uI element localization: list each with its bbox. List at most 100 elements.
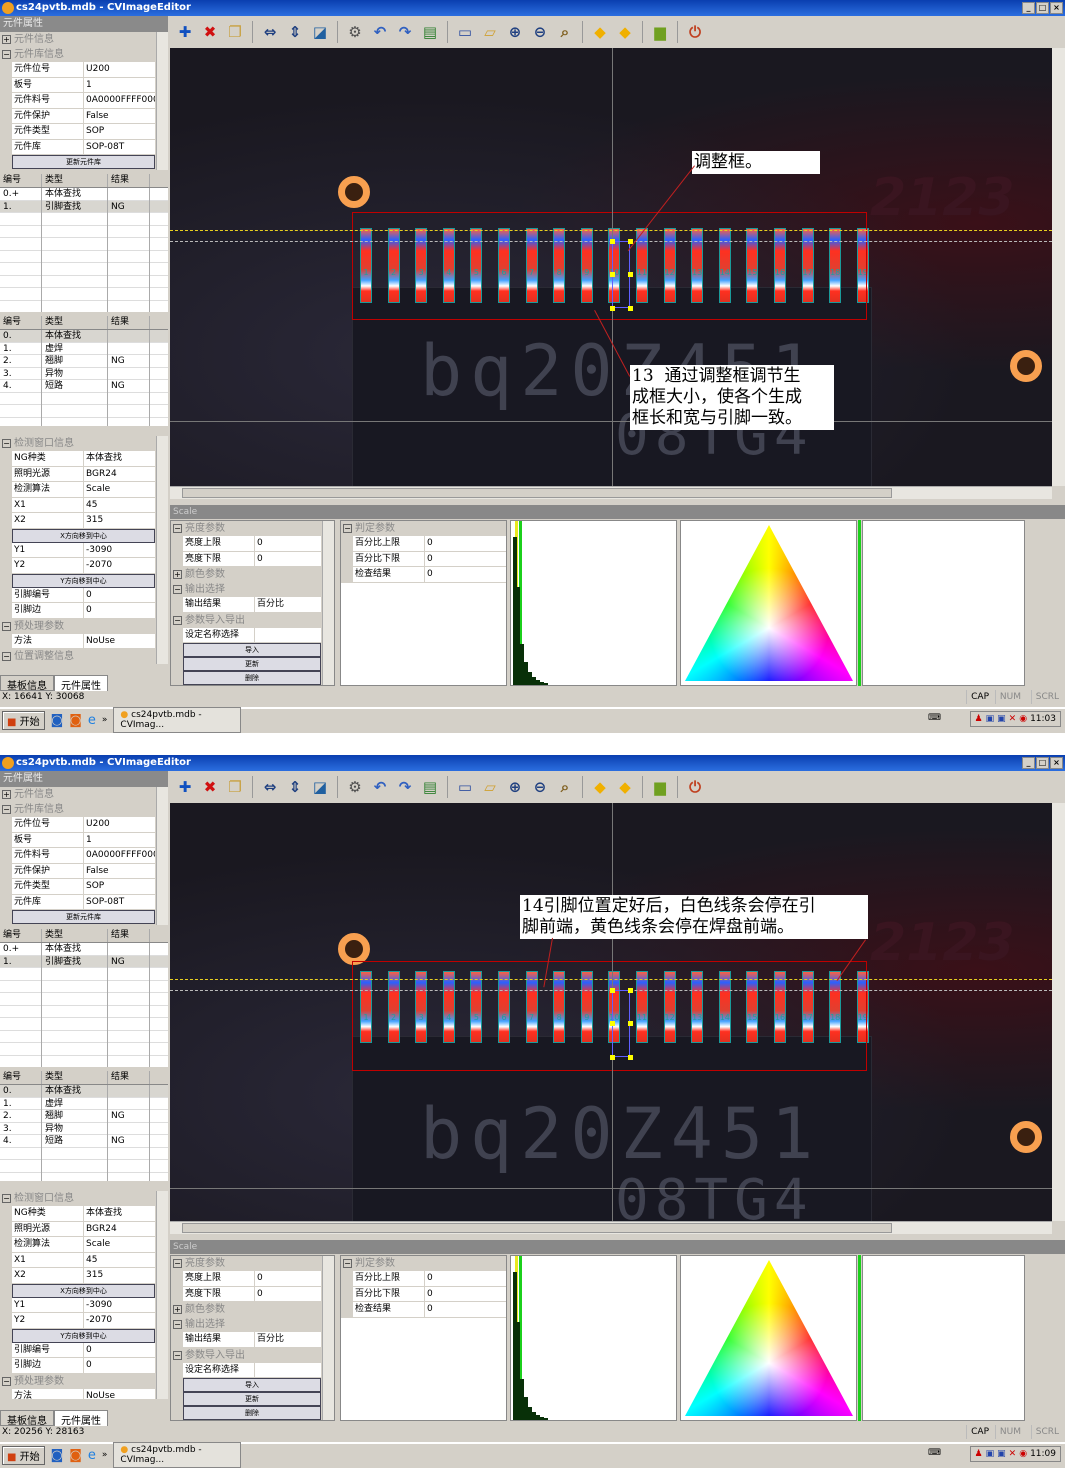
- property-row[interactable]: 方法 NoUse: [12, 633, 155, 649]
- param-row[interactable]: 亮度上限 0: [183, 1271, 321, 1287]
- minimize-button[interactable]: _: [1022, 2, 1035, 14]
- image-vertical-scrollbar[interactable]: [1052, 803, 1065, 1221]
- start-button[interactable]: ■ 开始: [2, 710, 45, 730]
- property-value[interactable]: 45: [84, 497, 155, 512]
- search-region-box[interactable]: [352, 212, 867, 320]
- table-row[interactable]: 0. 本体查找: [0, 330, 168, 343]
- category-position[interactable]: − 位置调整信息: [0, 649, 155, 664]
- add-icon[interactable]: ✚: [174, 21, 196, 43]
- folder-icon[interactable]: ▆: [649, 776, 671, 798]
- table-row[interactable]: 0.+ 本体查找: [0, 188, 168, 201]
- scrollbar[interactable]: [322, 1256, 334, 1420]
- category-component-info[interactable]: + 元件信息: [0, 787, 155, 802]
- expand-icon[interactable]: −: [173, 585, 182, 594]
- prev-icon[interactable]: ◆: [589, 776, 611, 798]
- more-icon[interactable]: »: [102, 1450, 108, 1460]
- column-header[interactable]: 结果: [108, 1071, 150, 1084]
- param-value[interactable]: 百分比: [255, 1332, 321, 1347]
- property-row[interactable]: 元件类型 SOP: [12, 879, 155, 895]
- expand-icon[interactable]: −: [173, 524, 182, 533]
- param-value[interactable]: 0: [425, 1271, 506, 1286]
- height-icon[interactable]: ⇕: [284, 21, 306, 43]
- property-value[interactable]: SOP-08T: [84, 139, 155, 154]
- param-row[interactable]: 设定名称选择: [183, 1362, 321, 1378]
- keyboard-icon[interactable]: ⌨: [928, 1448, 941, 1458]
- category-color[interactable]: + 颜色参数: [171, 1302, 321, 1317]
- ie-icon[interactable]: e: [88, 713, 96, 728]
- expand-icon[interactable]: −: [173, 1259, 182, 1268]
- param-value[interactable]: 0: [425, 551, 506, 566]
- column-header[interactable]: 编号: [0, 929, 42, 942]
- expand-icon[interactable]: −: [2, 1376, 11, 1386]
- table-row[interactable]: 0. 本体查找: [0, 1085, 168, 1098]
- property-value[interactable]: Scale: [84, 482, 155, 497]
- param-value[interactable]: 0: [255, 1271, 321, 1286]
- param-row[interactable]: 百分比下限 0: [353, 1286, 506, 1302]
- property-row[interactable]: 元件位号 U200: [12, 817, 155, 833]
- resize-handle[interactable]: [628, 306, 633, 311]
- category-brightness[interactable]: − 亮度参数: [171, 521, 321, 536]
- property-value[interactable]: 0: [84, 1342, 155, 1357]
- property-value[interactable]: 315: [84, 1268, 155, 1283]
- table-row[interactable]: 1. 虚焊: [0, 1097, 168, 1111]
- category-judge[interactable]: − 判定参数: [341, 1256, 506, 1271]
- expand-icon[interactable]: −: [173, 1350, 182, 1360]
- param-row[interactable]: 设定名称选择: [183, 627, 321, 643]
- start-button[interactable]: ■ 开始: [2, 1445, 45, 1465]
- column-header[interactable]: 类型: [42, 929, 108, 942]
- zoom-out-icon[interactable]: ⊖: [529, 776, 551, 798]
- quicklaunch-icon[interactable]: ◙: [69, 713, 82, 728]
- param-row[interactable]: 输出结果 百分比: [183, 597, 321, 613]
- expand-icon[interactable]: −: [2, 805, 11, 814]
- image-horizontal-scrollbar[interactable]: [170, 1221, 1052, 1234]
- network-disconnected-icon[interactable]: ✕: [1009, 714, 1017, 724]
- param-row[interactable]: 百分比下限 0: [353, 551, 506, 567]
- column-header[interactable]: 类型: [42, 316, 108, 329]
- property-value[interactable]: 0: [84, 587, 155, 602]
- ie-icon[interactable]: e: [88, 1448, 96, 1463]
- category-output[interactable]: − 输出选择: [171, 582, 321, 597]
- image-vertical-scrollbar[interactable]: [1052, 48, 1065, 486]
- property-row[interactable]: X2 315: [12, 1268, 155, 1284]
- resize-handle[interactable]: [628, 1055, 633, 1060]
- next-icon[interactable]: ◆: [614, 776, 636, 798]
- zoom-out-icon[interactable]: ⊖: [529, 21, 551, 43]
- table-row[interactable]: 1. 引脚查找 NG: [0, 200, 168, 214]
- column-header[interactable]: 结果: [108, 174, 150, 187]
- height-icon[interactable]: ⇕: [284, 776, 306, 798]
- property-row[interactable]: 元件保护 False: [12, 863, 155, 879]
- property-value[interactable]: 315: [84, 513, 155, 528]
- tab-board-info[interactable]: 基板信息: [0, 675, 54, 692]
- scrollbar[interactable]: [156, 1191, 168, 1399]
- undo-icon[interactable]: ↶: [369, 21, 391, 43]
- wireless-icon[interactable]: ▣: [997, 714, 1006, 724]
- expand-icon[interactable]: −: [2, 1194, 11, 1203]
- delete-icon[interactable]: ✖: [199, 776, 221, 798]
- category-brightness[interactable]: − 亮度参数: [171, 1256, 321, 1271]
- property-value[interactable]: 0A0000FFFF000: [84, 93, 155, 108]
- property-row[interactable]: 方法 NoUse: [12, 1388, 155, 1399]
- column-header[interactable]: 结果: [108, 929, 150, 942]
- property-row[interactable]: 检测算法 Scale: [12, 482, 155, 498]
- property-row[interactable]: 检测算法 Scale: [12, 1237, 155, 1253]
- save-icon[interactable]: ▭: [454, 21, 476, 43]
- category-color[interactable]: + 颜色参数: [171, 567, 321, 582]
- scroll-thumb[interactable]: [182, 488, 892, 498]
- table-row[interactable]: 4. 短路 NG: [0, 1135, 168, 1148]
- resize-handle[interactable]: [628, 1021, 633, 1026]
- table-row[interactable]: 1. 虚焊: [0, 342, 168, 356]
- param-row[interactable]: 百分比上限 0: [353, 1271, 506, 1287]
- fit-icon[interactable]: ◪: [309, 21, 331, 43]
- folder-icon[interactable]: ▆: [649, 21, 671, 43]
- scrollbar[interactable]: [156, 787, 168, 925]
- property-value[interactable]: -2070: [84, 1313, 155, 1328]
- expand-icon[interactable]: −: [343, 1259, 352, 1268]
- power-icon[interactable]: ⏻: [684, 776, 706, 798]
- property-value[interactable]: NoUse: [84, 1388, 155, 1399]
- property-row[interactable]: 引脚边 0: [12, 1358, 155, 1374]
- param-row[interactable]: 输出结果 百分比: [183, 1332, 321, 1348]
- scroll-thumb[interactable]: [182, 1223, 892, 1233]
- table-row[interactable]: 2. 翘脚 NG: [0, 355, 168, 368]
- property-value[interactable]: U200: [84, 62, 155, 77]
- table-row[interactable]: 1. 引脚查找 NG: [0, 955, 168, 969]
